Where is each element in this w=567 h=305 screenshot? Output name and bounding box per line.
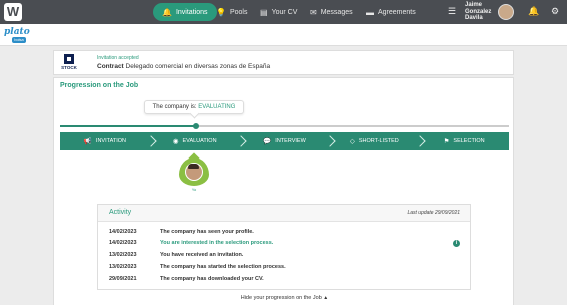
- app-logo[interactable]: W: [4, 3, 22, 21]
- hamburger-menu-icon[interactable]: ☰: [448, 6, 456, 17]
- nav-messages-label: Messages: [320, 8, 353, 16]
- invitation-status: Invitation accepted: [97, 55, 139, 61]
- offer-card: STOCK Invitation accepted Contract Deleg…: [53, 50, 514, 75]
- lightbulb-icon: 💡: [216, 7, 226, 17]
- megaphone-icon: 📢: [83, 138, 92, 145]
- job-title[interactable]: Delegado comercial en diversas zonas de …: [126, 63, 271, 70]
- activity-row: 13/02/2023 You have received an invitati…: [109, 252, 244, 258]
- folder-icon: ▬: [366, 7, 374, 17]
- candidate-avatar: [185, 163, 203, 181]
- status-value: EVALUATING: [198, 104, 236, 110]
- user-avatar[interactable]: [498, 4, 514, 20]
- progression-title: Progression on the Job: [60, 82, 139, 89]
- chat-icon: ✉: [310, 7, 317, 17]
- candidate-marker: Yo: [179, 154, 209, 192]
- hide-progression-toggle[interactable]: Hide your progression on the Job ▲: [54, 295, 515, 301]
- activity-title: Activity: [109, 209, 132, 216]
- activity-row: 14/02/2023 The company has seen your pro…: [109, 229, 254, 235]
- nav-invitations[interactable]: 🔔 Invitations: [153, 3, 217, 21]
- eye-icon: ◉: [172, 138, 179, 145]
- nav-pools[interactable]: 💡 Pools: [216, 3, 247, 21]
- info-icon[interactable]: i: [453, 240, 460, 247]
- notification-bell-icon[interactable]: 🔔: [528, 6, 539, 17]
- contract-line: Contract Delegado comercial en diversas …: [97, 63, 270, 70]
- platform-logo[interactable]: plato bolsa: [4, 27, 30, 44]
- chevron-up-icon: ▲: [323, 295, 329, 301]
- step-interview: 💬 INTERVIEW: [240, 132, 330, 150]
- progress-marker: [192, 123, 199, 129]
- user-name[interactable]: Jaime Gonzalez Davila: [465, 2, 497, 22]
- activity-row: 13/02/2023 The company has started the s…: [109, 264, 286, 270]
- activity-row: 14/02/2023 You are interested in the sel…: [109, 240, 274, 246]
- step-selection: ⚑ SELECTION: [419, 132, 509, 150]
- bell-icon: 🔔: [162, 7, 172, 17]
- progression-steps: 📢 INVITATION ◉ EVALUATION 💬 INTERVIEW ◇ …: [60, 132, 509, 150]
- candidate-caption: Yo: [191, 187, 197, 192]
- step-evaluation: ◉ EVALUATION: [150, 132, 240, 150]
- company-logo: STOCK: [61, 54, 77, 73]
- contract-label: Contract: [97, 63, 124, 70]
- activity-row: 29/09/2021 The company has downloaded yo…: [109, 276, 264, 282]
- nav-agreements[interactable]: ▬ Agreements: [366, 3, 416, 21]
- nav-your-cv-label: Your CV: [271, 8, 298, 16]
- step-short-listed: ◇ SHORT-LISTED: [329, 132, 419, 150]
- flag-icon: ⚑: [443, 138, 450, 145]
- activity-panel: Activity Last update 29/09/2021 14/02/20…: [97, 204, 471, 290]
- diamond-icon: ◇: [349, 138, 355, 145]
- settings-gear-icon[interactable]: ⚙: [551, 6, 559, 17]
- last-update: Last update 29/09/2021: [407, 210, 460, 216]
- progression-panel: Progression on the Job The company is: E…: [53, 77, 514, 305]
- progress-fill: [60, 125, 196, 127]
- chat-bubble-icon: 💬: [263, 138, 272, 145]
- nav-agreements-label: Agreements: [378, 8, 416, 16]
- nav-your-cv[interactable]: ▤ Your CV: [260, 3, 297, 21]
- top-navigation-bar: W 🔔 Invitations 💡 Pools ▤ Your CV ✉ Mess…: [0, 0, 567, 24]
- progress-track: [60, 123, 509, 129]
- activity-header: Activity Last update 29/09/2021: [98, 205, 470, 222]
- nav-pools-label: Pools: [229, 8, 248, 16]
- company-status-tooltip: The company is: EVALUATING: [144, 100, 244, 114]
- status-prefix: The company is:: [152, 104, 197, 110]
- nav-messages[interactable]: ✉ Messages: [310, 3, 353, 21]
- nav-invitations-label: Invitations: [175, 8, 208, 16]
- step-invitation: 📢 INVITATION: [83, 138, 126, 145]
- cv-icon: ▤: [260, 7, 268, 17]
- secondary-header: plato bolsa: [0, 24, 567, 46]
